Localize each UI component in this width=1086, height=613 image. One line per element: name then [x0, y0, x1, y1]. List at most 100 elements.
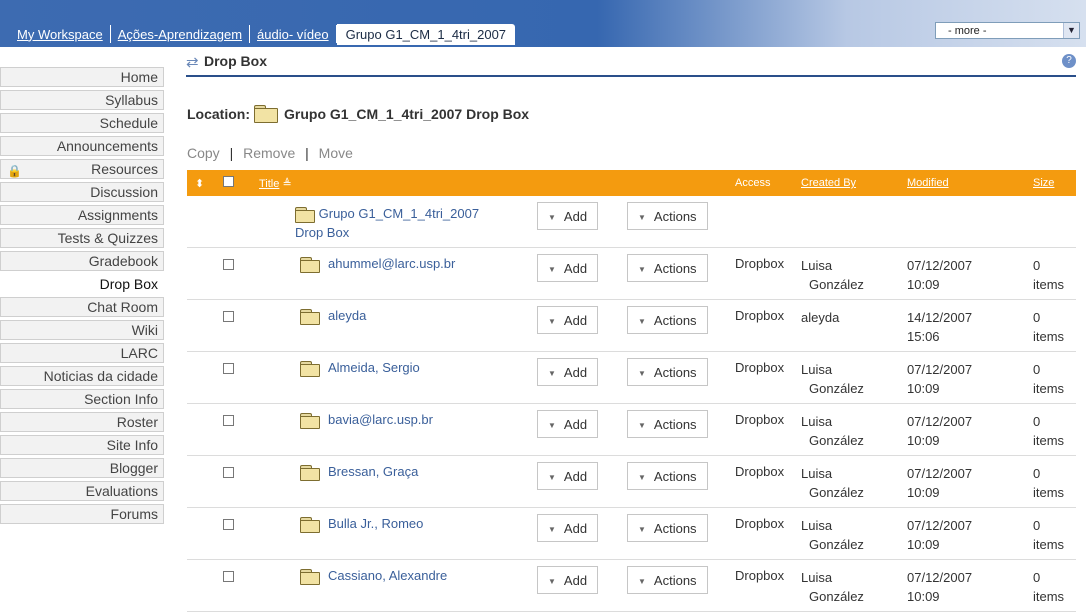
nav-item-noticias-da-cidade[interactable]: Noticias da cidade: [0, 366, 164, 386]
nav-item-wiki[interactable]: Wiki: [0, 320, 164, 340]
copy-link[interactable]: Copy: [187, 145, 220, 161]
nav-item-larc[interactable]: LARC: [0, 343, 164, 363]
modified-date: 07/12/2007: [907, 518, 973, 533]
add-label: Add: [563, 209, 588, 224]
tab-my-workspace[interactable]: My Workspace: [10, 27, 110, 42]
row-checkbox[interactable]: [223, 519, 234, 530]
folder-link[interactable]: ahummel@larc.usp.br: [328, 256, 455, 271]
help-icon[interactable]: ?: [1062, 54, 1076, 68]
modified-header[interactable]: Modified: [903, 170, 1029, 196]
row-checkbox[interactable]: [223, 415, 234, 426]
add-button[interactable]: ▼ Add: [537, 566, 599, 594]
access-cell: Dropbox: [731, 403, 797, 456]
tab-acoes-aprendizagem[interactable]: Ações-Aprendizagem: [111, 27, 249, 42]
nav-item-discussion[interactable]: Discussion: [0, 182, 164, 202]
tab-audio-video[interactable]: áudio- vídeo: [250, 27, 336, 42]
row-checkbox[interactable]: [223, 363, 234, 374]
modified-time: 10:09: [907, 485, 940, 500]
add-button[interactable]: ▼ Add: [537, 254, 599, 282]
modified-sort-link[interactable]: Modified: [907, 177, 949, 189]
access-cell: Dropbox: [731, 247, 797, 300]
folder-link[interactable]: Bulla Jr., Romeo: [328, 516, 423, 531]
row-checkbox[interactable]: [223, 467, 234, 478]
nav-item-label: Home: [120, 69, 158, 85]
created-by-cell: Luisa González: [797, 247, 903, 300]
move-link[interactable]: Move: [319, 145, 353, 161]
actions-button[interactable]: ▼ Actions: [627, 202, 708, 230]
nav-item-forums[interactable]: Forums: [0, 504, 164, 524]
actions-button[interactable]: ▼ Actions: [627, 566, 708, 594]
nav-item-label: Assignments: [77, 207, 158, 223]
folder-link[interactable]: bavia@larc.usp.br: [328, 412, 433, 427]
root-folder-link-line2[interactable]: Drop Box: [295, 225, 349, 240]
title-sort-link[interactable]: Title: [259, 178, 279, 190]
modified-time: 10:09: [907, 433, 940, 448]
title-cell: Almeida, Sergio: [255, 351, 533, 404]
nav-item-site-info[interactable]: Site Info: [0, 435, 164, 455]
add-button[interactable]: ▼ Add: [537, 358, 599, 386]
chevron-down-icon[interactable]: ▼: [1063, 23, 1079, 38]
size-cell: 0 items: [1029, 455, 1076, 508]
folder-link[interactable]: aleyda: [328, 308, 366, 323]
location-label: Location:: [187, 106, 250, 122]
size-sort-link[interactable]: Size: [1033, 177, 1054, 189]
add-button[interactable]: ▼ Add: [537, 514, 599, 542]
refresh-icon[interactable]: ⇄: [186, 53, 199, 71]
folder-link[interactable]: Cassiano, Alexandre: [328, 568, 447, 583]
select-all-checkbox[interactable]: [223, 176, 234, 187]
title-header[interactable]: Title ≜: [255, 170, 533, 196]
nav-item-schedule[interactable]: Schedule: [0, 113, 164, 133]
nav-item-syllabus[interactable]: Syllabus: [0, 90, 164, 110]
folder-icon: [300, 412, 320, 429]
created-by-header[interactable]: Created By: [797, 170, 903, 196]
nav-item-roster[interactable]: Roster: [0, 412, 164, 432]
modified-date: 14/12/2007: [907, 310, 973, 325]
nav-item-assignments[interactable]: Assignments: [0, 205, 164, 225]
add-button[interactable]: ▼ Add: [537, 306, 599, 334]
title-cell: ahummel@larc.usp.br: [255, 247, 533, 300]
add-button[interactable]: ▼ Add: [537, 410, 599, 438]
tab-current-site[interactable]: Grupo G1_CM_1_4tri_2007: [336, 23, 516, 45]
table-row: ahummel@larc.usp.br ▼ Add ▼ Actions Dropbox Lu…: [187, 247, 1076, 300]
root-folder-link[interactable]: Grupo G1_CM_1_4tri_2007: [319, 206, 479, 221]
row-checkbox[interactable]: [223, 311, 234, 322]
actions-button[interactable]: ▼ Actions: [627, 462, 708, 490]
created-by-last: González: [809, 537, 864, 552]
folder-icon: [300, 360, 320, 377]
add-button[interactable]: ▼ Add: [537, 462, 599, 490]
size-count: 0: [1033, 310, 1041, 325]
nav-item-chat-room[interactable]: Chat Room: [0, 297, 164, 317]
chevron-down-icon: ▼: [638, 212, 646, 222]
row-checkbox[interactable]: [223, 571, 234, 582]
folder-link[interactable]: Bressan, Graça: [328, 464, 418, 479]
size-unit: items: [1033, 537, 1065, 552]
folder-icon: [300, 308, 320, 325]
sort-icon[interactable]: ⬍: [187, 170, 219, 196]
size-header[interactable]: Size: [1029, 170, 1076, 196]
row-checkbox[interactable]: [223, 259, 234, 270]
actions-button[interactable]: ▼ Actions: [627, 410, 708, 438]
remove-link[interactable]: Remove: [243, 145, 295, 161]
nav-item-label: LARC: [120, 345, 158, 361]
actions-button[interactable]: ▼ Actions: [627, 514, 708, 542]
nav-item-home[interactable]: Home: [0, 67, 164, 87]
nav-item-tests-quizzes[interactable]: Tests & Quizzes: [0, 228, 164, 248]
add-button[interactable]: ▼ Add: [537, 202, 599, 230]
folder-link[interactable]: Almeida, Sergio: [328, 360, 420, 375]
nav-item-section-info[interactable]: Section Info: [0, 389, 164, 409]
nav-item-resources[interactable]: 🔒 Resources: [0, 159, 164, 179]
more-sites-select[interactable]: - more - ▼: [935, 22, 1080, 39]
root-title-cell: Grupo G1_CM_1_4tri_2007 Drop Box: [255, 196, 533, 248]
created-by-first: Luisa: [801, 414, 833, 429]
nav-item-evaluations[interactable]: Evaluations: [0, 481, 164, 501]
actions-button[interactable]: ▼ Actions: [627, 306, 708, 334]
title-cell: aleyda: [255, 299, 533, 352]
nav-item-blogger[interactable]: Blogger: [0, 458, 164, 478]
add-label: Add: [563, 417, 588, 432]
nav-item-gradebook[interactable]: Gradebook: [0, 251, 164, 271]
nav-item-announcements[interactable]: Announcements: [0, 136, 164, 156]
actions-button[interactable]: ▼ Actions: [627, 358, 708, 386]
created-by-sort-link[interactable]: Created By: [801, 177, 856, 189]
actions-button[interactable]: ▼ Actions: [627, 254, 708, 282]
modified-date: 07/12/2007: [907, 414, 973, 429]
